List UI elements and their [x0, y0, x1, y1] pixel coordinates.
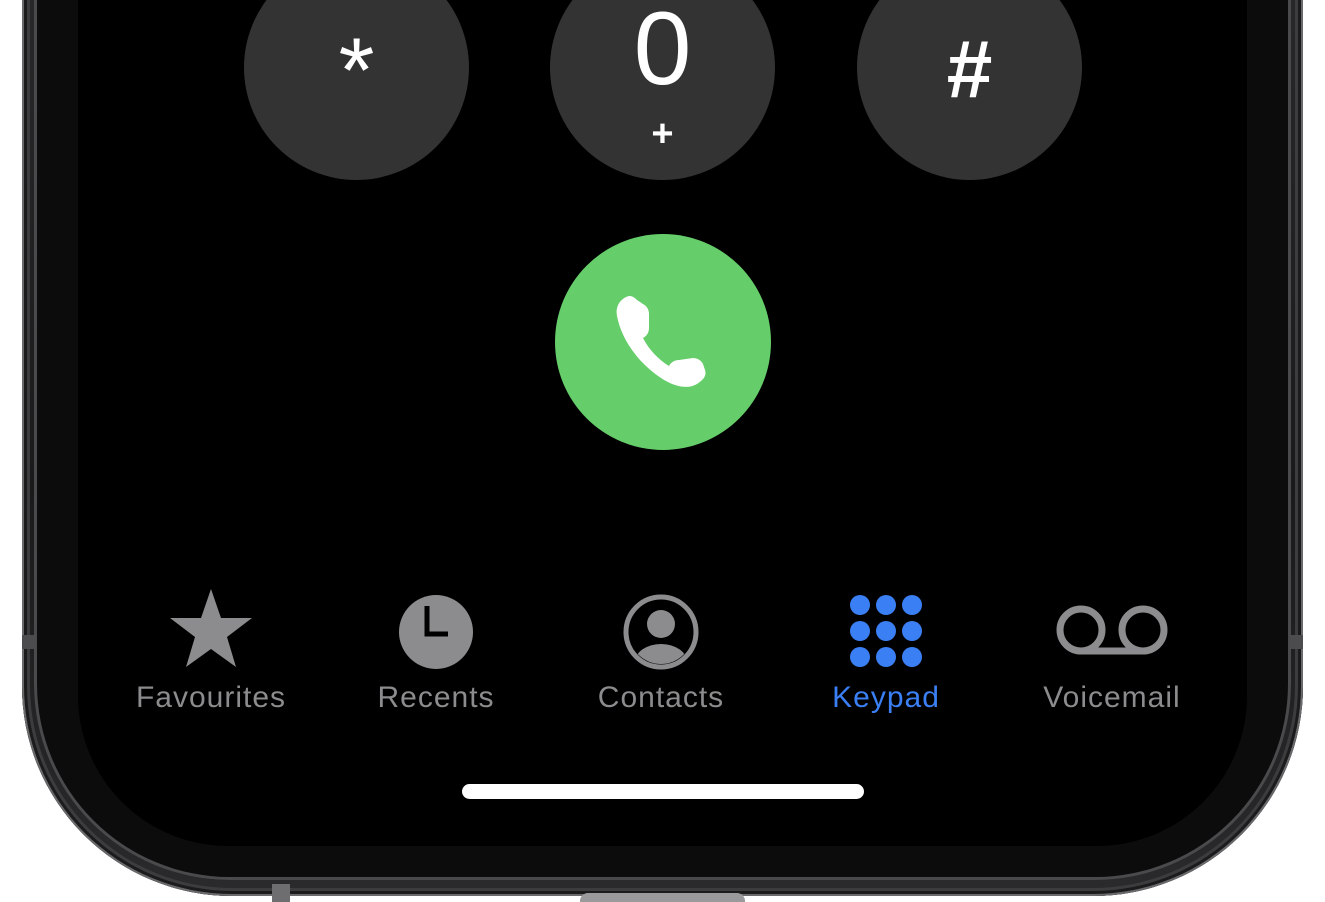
- lightning-port: [580, 893, 745, 902]
- call-button[interactable]: [555, 234, 771, 450]
- tab-contacts-label: Contacts: [597, 681, 725, 714]
- tab-recents[interactable]: Recents: [326, 585, 546, 725]
- frame-antenna-line-bottom: [272, 884, 290, 902]
- tab-voicemail-label: Voicemail: [1043, 681, 1181, 714]
- tab-voicemail[interactable]: Voicemail: [1002, 585, 1222, 725]
- key-hash-label: #: [946, 24, 993, 115]
- phone-icon: [616, 296, 706, 387]
- key-zero-label: 0: [633, 0, 692, 107]
- person-circle-icon: [623, 594, 699, 670]
- tab-favourites-label: Favourites: [135, 681, 287, 714]
- home-indicator[interactable]: [462, 784, 864, 799]
- tab-keypad-label: Keypad: [832, 681, 940, 714]
- star-icon: [170, 589, 252, 667]
- clock-icon: [399, 595, 473, 669]
- tab-contacts[interactable]: Contacts: [551, 585, 771, 725]
- keypad-grid-icon: [850, 595, 922, 667]
- voicemail-icon: [1056, 605, 1168, 655]
- tab-keypad[interactable]: Keypad: [776, 585, 996, 725]
- tab-favourites[interactable]: Favourites: [101, 585, 321, 725]
- key-zero-sub-label: +: [651, 113, 674, 155]
- key-star-label: *: [338, 20, 375, 122]
- frame-antenna-line-left: [22, 635, 36, 649]
- frame-antenna-line-right: [1289, 635, 1303, 649]
- tab-recents-label: Recents: [377, 681, 495, 714]
